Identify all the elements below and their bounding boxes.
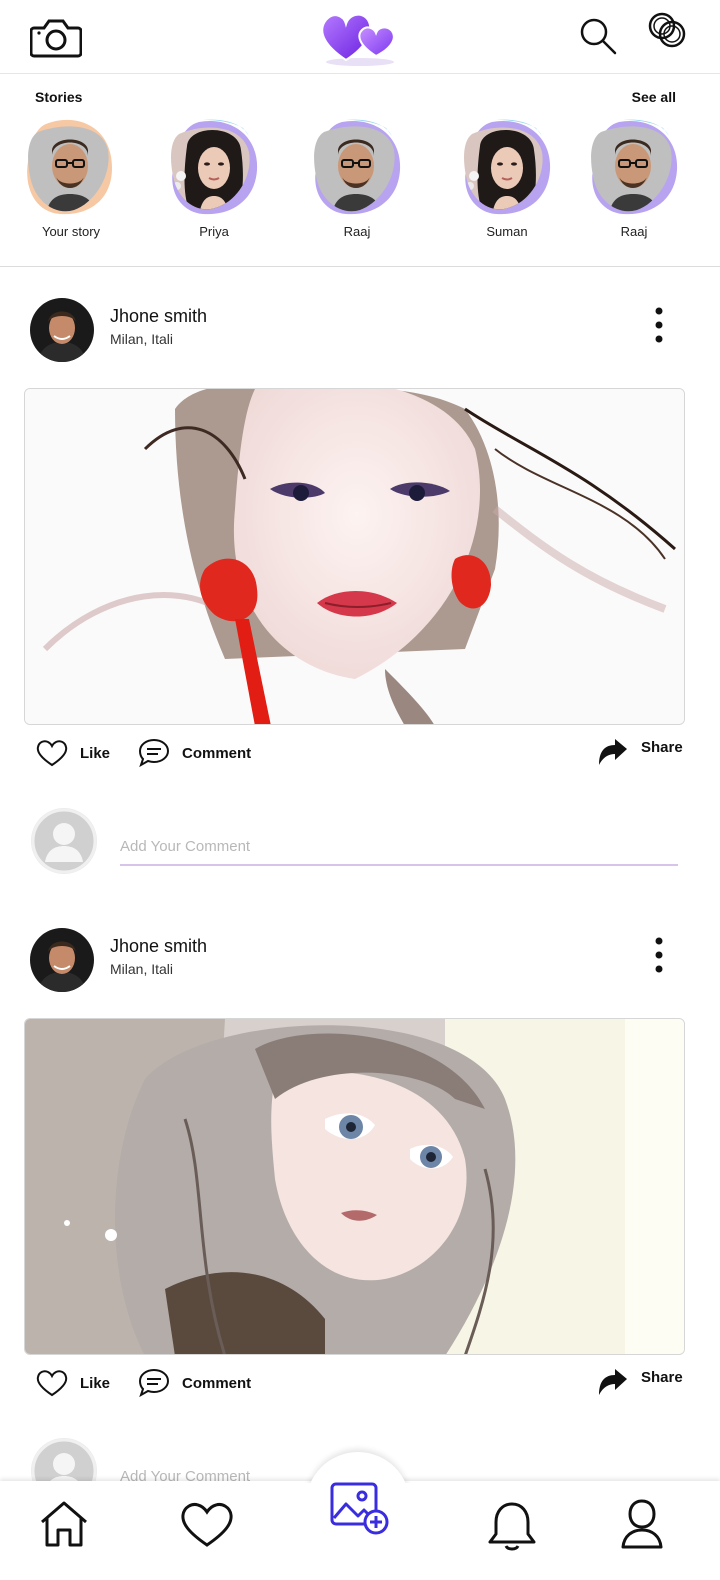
post-author[interactable]: Jhone smith [110,936,207,957]
like-label: Like [80,744,111,762]
post-location: Milan, Itali [110,331,174,347]
author-avatar[interactable] [30,928,94,992]
share-arrow-icon [599,1369,627,1395]
story-item[interactable]: Raaj [292,116,422,246]
comment-bubble-icon [138,1368,170,1398]
story-item[interactable]: Raaj [569,116,699,246]
story-avatar [464,119,551,215]
comment-button[interactable]: Comment [138,736,251,770]
story-avatar [591,119,678,215]
like-label: Like [80,1374,111,1392]
rings-icon[interactable] [646,10,690,50]
share-button[interactable]: Share [597,1366,683,1400]
search-icon[interactable] [578,16,618,56]
story-name: Raaj [343,224,371,239]
story-name: Priya [199,224,229,239]
heart-icon[interactable] [180,1502,234,1548]
author-avatar[interactable] [30,298,94,362]
story-item[interactable]: Your story [6,116,136,246]
post-image[interactable] [24,1018,685,1355]
home-icon[interactable] [38,1500,90,1548]
share-button[interactable]: Share [597,736,683,770]
share-label: Share [641,1368,683,1386]
post-image[interactable] [24,388,685,725]
story-avatar [314,119,401,215]
heart-outline-icon [36,1370,68,1397]
story-name: Raaj [620,224,648,239]
story-item[interactable]: Priya [149,116,279,246]
like-button[interactable]: Like [36,1366,110,1400]
story-name: Your story [41,224,101,239]
story-item[interactable]: Suman [442,116,572,246]
post-actions: Like Comment Share [0,1366,720,1406]
comment-label: Comment [182,1374,252,1392]
bell-icon[interactable] [486,1500,538,1552]
see-all-link[interactable]: See all [632,89,676,105]
story-name: Suman [486,224,528,239]
more-options-icon[interactable] [650,936,668,974]
post-author[interactable]: Jhone smith [110,306,207,327]
current-user-avatar [31,808,97,874]
comment-bubble-icon [138,738,170,768]
comment-row [0,808,720,878]
profile-icon[interactable] [620,1498,664,1550]
camera-icon[interactable] [30,16,82,58]
like-button[interactable]: Like [36,736,110,770]
share-arrow-icon [599,739,627,765]
add-photo-icon[interactable] [330,1482,390,1536]
post-location: Milan, Itali [110,961,174,977]
watercolor-portrait-image [25,389,684,724]
more-options-icon[interactable] [650,306,668,344]
comment-input[interactable] [120,828,678,866]
anime-portrait-image [25,1019,684,1354]
story-avatar [171,119,258,215]
comment-label: Comment [182,744,252,762]
heart-outline-icon [36,740,68,767]
stories-section: Stories See all Your story Priya Raaj Su… [0,74,720,267]
two-hearts-logo [321,13,395,66]
comment-button[interactable]: Comment [138,1366,251,1400]
story-avatar [27,119,112,215]
user-placeholder-icon [31,808,97,874]
top-bar [0,0,720,74]
post-actions: Like Comment Share [0,736,720,776]
share-label: Share [641,738,683,756]
stories-title: Stories [35,89,83,105]
